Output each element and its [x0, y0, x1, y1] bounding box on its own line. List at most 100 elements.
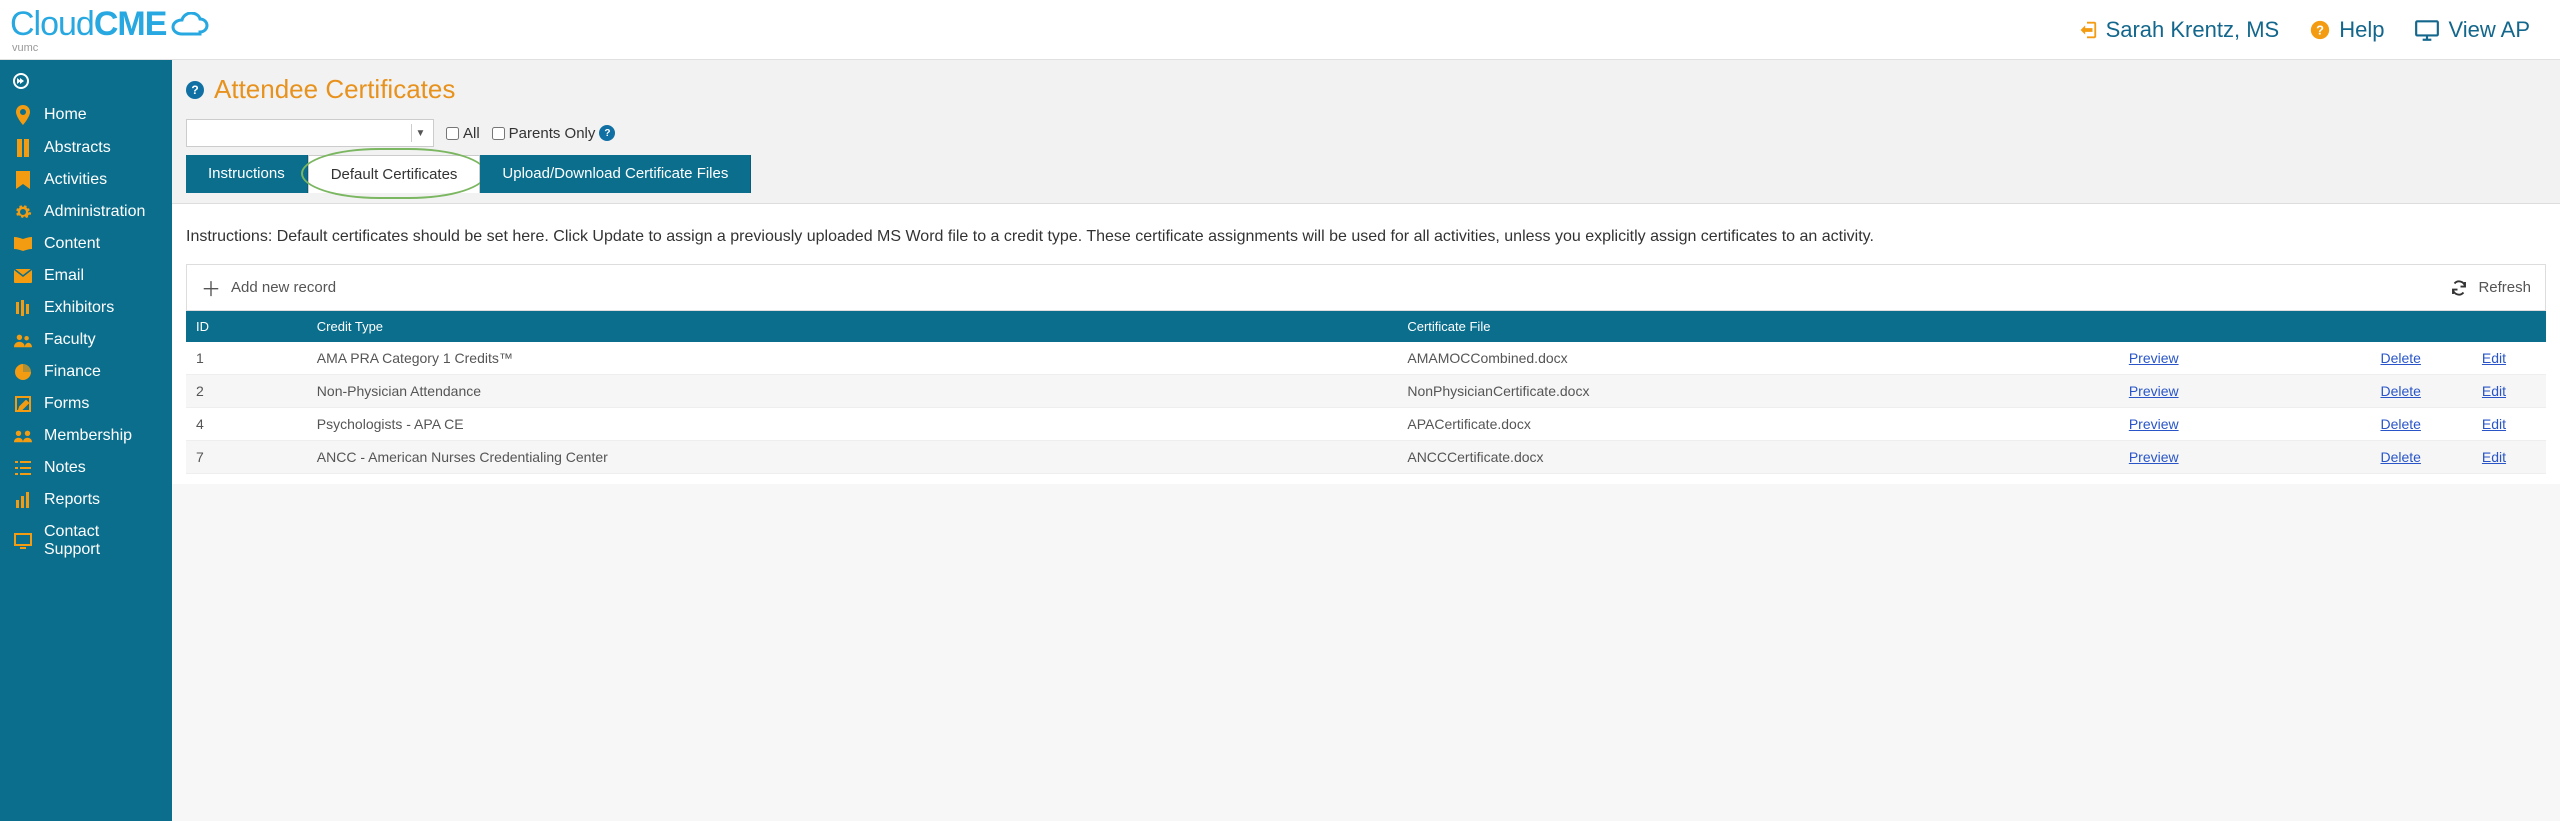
sidebar-item-label: Administration	[44, 203, 145, 221]
filter-parents-checkbox[interactable]	[492, 127, 505, 140]
preview-link[interactable]: Preview	[2129, 449, 2179, 465]
list-icon	[14, 461, 32, 475]
edit-link[interactable]: Edit	[2482, 383, 2506, 399]
preview-link[interactable]: Preview	[2129, 383, 2179, 399]
activity-dropdown[interactable]: ▼	[186, 119, 434, 147]
sidebar-item-label: Finance	[44, 363, 101, 381]
delete-link[interactable]: Delete	[2380, 449, 2420, 465]
preview-link[interactable]: Preview	[2129, 350, 2179, 366]
cell-credit-type: ANCC - American Nurses Credentialing Cen…	[307, 441, 1398, 474]
sidebar-item-forms[interactable]: Forms	[0, 388, 172, 420]
sidebar-item-label: Membership	[44, 427, 132, 445]
edit-link[interactable]: Edit	[2482, 449, 2506, 465]
sidebar-item-reports[interactable]: Reports	[0, 484, 172, 516]
filter-parents-label: Parents Only	[509, 125, 596, 142]
mail-icon	[14, 269, 32, 283]
app-header: CloudCME vumc Sarah Krentz, MS ? Help Vi…	[0, 0, 2560, 60]
add-label: Add new record	[231, 279, 336, 296]
col-cert-file-header[interactable]: Certificate File	[1397, 311, 2118, 342]
user-sign-out-link[interactable]: Sarah Krentz, MS	[2076, 17, 2280, 43]
cell-credit-type: Non-Physician Attendance	[307, 375, 1398, 408]
refresh-button[interactable]: Refresh	[2450, 279, 2531, 297]
filter-parents-only[interactable]: Parents Only ?	[492, 125, 616, 142]
chevron-down-icon: ▼	[411, 124, 429, 142]
sidebar: Home Abstracts Activities Administration…	[0, 60, 172, 821]
sidebar-item-faculty[interactable]: Faculty	[0, 324, 172, 356]
cell-id: 1	[186, 342, 307, 375]
sidebar-item-content[interactable]: Content	[0, 228, 172, 260]
filter-all-label: All	[463, 125, 480, 142]
brand-logo[interactable]: CloudCME	[10, 5, 210, 44]
bar-chart-icon	[14, 492, 32, 508]
pie-chart-icon	[14, 364, 32, 380]
sidebar-item-label: Notes	[44, 459, 86, 477]
edit-link[interactable]: Edit	[2482, 350, 2506, 366]
tab-content: Instructions: Default certificates shoul…	[172, 204, 2560, 484]
book-icon	[14, 139, 32, 157]
cell-id: 4	[186, 408, 307, 441]
table-row: 1AMA PRA Category 1 Credits™AMAMOCCombin…	[186, 342, 2546, 375]
sidebar-item-notes[interactable]: Notes	[0, 452, 172, 484]
brand-subtext: vumc	[12, 42, 210, 54]
title-bar: ? Attendee Certificates ▼ All Parents On…	[172, 60, 2560, 204]
sidebar-item-administration[interactable]: Administration	[0, 196, 172, 228]
plus-icon: ＋	[201, 273, 221, 302]
sidebar-item-label: Home	[44, 106, 87, 124]
instructions-text: Instructions: Default certificates shoul…	[186, 228, 2546, 246]
users-icon	[14, 332, 32, 348]
sidebar-item-exhibitors[interactable]: Exhibitors	[0, 292, 172, 324]
filter-all[interactable]: All	[446, 125, 480, 142]
filter-all-checkbox[interactable]	[446, 127, 459, 140]
col-credit-type-header[interactable]: Credit Type	[307, 311, 1398, 342]
parents-help-icon[interactable]: ?	[599, 125, 615, 141]
delete-link[interactable]: Delete	[2380, 383, 2420, 399]
cell-cert-file: ANCCCertificate.docx	[1397, 441, 2118, 474]
main-content: ? Attendee Certificates ▼ All Parents On…	[172, 60, 2560, 821]
col-delete-header	[2370, 311, 2471, 342]
col-id-header[interactable]: ID	[186, 311, 307, 342]
add-new-record-button[interactable]: ＋ Add new record	[201, 273, 336, 302]
delete-link[interactable]: Delete	[2380, 350, 2420, 366]
sidebar-item-label: Reports	[44, 491, 100, 509]
edit-link[interactable]: Edit	[2482, 416, 2506, 432]
table-row: 7ANCC - American Nurses Credentialing Ce…	[186, 441, 2546, 474]
refresh-label: Refresh	[2478, 279, 2531, 296]
sidebar-item-label: Faculty	[44, 331, 96, 349]
sidebar-item-home[interactable]: Home	[0, 98, 172, 132]
tab-default-certificates[interactable]: Default Certificates	[308, 155, 481, 193]
cell-id: 2	[186, 375, 307, 408]
page-help-icon[interactable]: ?	[186, 81, 204, 99]
help-link[interactable]: ? Help	[2309, 17, 2384, 43]
user-name: Sarah Krentz, MS	[2106, 17, 2280, 43]
sidebar-collapse-button[interactable]	[6, 66, 36, 96]
edit-icon	[14, 396, 32, 412]
preview-link[interactable]: Preview	[2129, 416, 2179, 432]
sidebar-item-membership[interactable]: Membership	[0, 420, 172, 452]
help-label: Help	[2339, 17, 2384, 43]
sidebar-item-activities[interactable]: Activities	[0, 164, 172, 196]
sidebar-item-label: Activities	[44, 171, 107, 189]
tab-upload-download[interactable]: Upload/Download Certificate Files	[480, 155, 751, 193]
sidebar-item-label: Contact Support	[44, 523, 158, 559]
svg-text:?: ?	[2316, 22, 2324, 37]
tab-instructions[interactable]: Instructions	[186, 155, 308, 193]
page-title: Attendee Certificates	[214, 74, 455, 105]
sidebar-item-finance[interactable]: Finance	[0, 356, 172, 388]
sidebar-item-abstracts[interactable]: Abstracts	[0, 132, 172, 164]
delete-link[interactable]: Delete	[2380, 416, 2420, 432]
tab-default-label: Default Certificates	[331, 166, 458, 183]
sidebar-item-label: Forms	[44, 395, 89, 413]
pin-icon	[14, 105, 32, 125]
sidebar-item-email[interactable]: Email	[0, 260, 172, 292]
sidebar-item-contact-support[interactable]: Contact Support	[0, 516, 172, 566]
cell-id: 7	[186, 441, 307, 474]
bookmark-icon	[14, 171, 32, 189]
view-ap-link[interactable]: View AP	[2414, 17, 2530, 43]
table-row: 2Non-Physician AttendanceNonPhysicianCer…	[186, 375, 2546, 408]
cell-cert-file: APACertificate.docx	[1397, 408, 2118, 441]
grid-toolbar: ＋ Add new record Refresh	[186, 264, 2546, 311]
brand-block: CloudCME vumc	[10, 5, 210, 54]
sidebar-item-label: Exhibitors	[44, 299, 114, 317]
sidebar-item-label: Abstracts	[44, 139, 111, 157]
monitor-icon	[14, 533, 32, 549]
